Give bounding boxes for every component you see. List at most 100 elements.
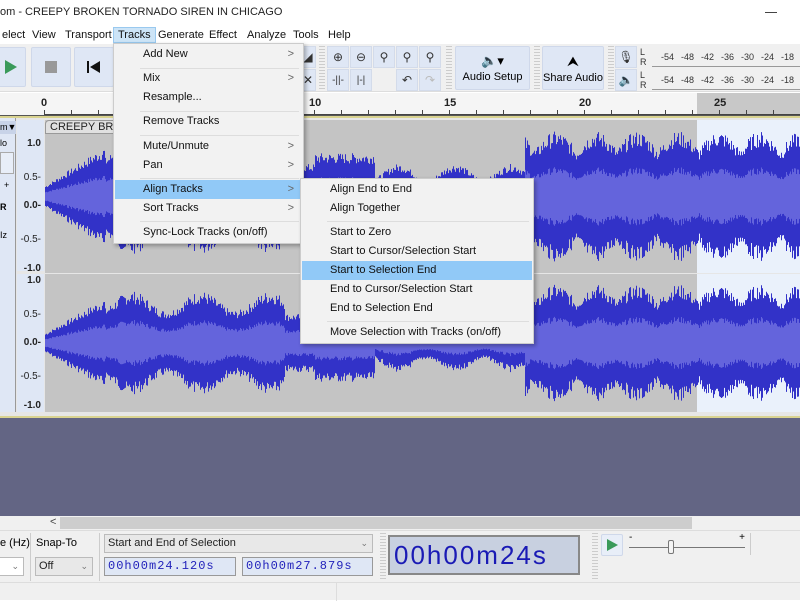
amplitude-label: 0.5- — [23, 172, 41, 183]
snap-to-select[interactable]: Off ⌄ — [35, 557, 93, 576]
scroll-left-arrow[interactable]: < — [50, 516, 56, 528]
menu-help[interactable]: Help — [324, 27, 355, 43]
sample-rate-label: Iz — [0, 230, 8, 240]
menu-item-resample[interactable]: Resample... — [115, 88, 302, 107]
trim-audio-button[interactable]: -||- — [327, 69, 349, 91]
pan-slider[interactable]: R — [0, 202, 7, 212]
chevron-right-icon: > — [287, 183, 294, 195]
divider — [30, 533, 31, 581]
menu-item-sort-tracks[interactable]: Sort Tracks > — [115, 199, 302, 218]
stop-button[interactable] — [31, 47, 71, 87]
skip-to-start-button[interactable] — [74, 47, 114, 87]
meter-tick: -42 — [701, 52, 715, 62]
zoom-in-button[interactable]: ⊕ — [327, 46, 349, 68]
menu-item-sync-lock[interactable]: Sync-Lock Tracks (on/off) — [115, 223, 302, 242]
menu-view[interactable]: View — [28, 27, 60, 43]
menu-tracks[interactable]: Tracks — [113, 27, 156, 43]
menu-item-end-to-cursor[interactable]: End to Cursor/Selection Start — [302, 280, 532, 299]
zoom-out-button[interactable]: ⊖ — [350, 46, 372, 68]
menu-item-move-selection-with-tracks[interactable]: Move Selection with Tracks (on/off) — [302, 323, 532, 342]
channel-right-label: R — [640, 57, 647, 67]
channel-right-label: R — [640, 80, 647, 90]
menu-tools[interactable]: Tools — [289, 27, 323, 43]
menu-item-start-to-zero[interactable]: Start to Zero — [302, 223, 532, 242]
meter-tick: -54 — [661, 52, 675, 62]
playback-meter-button[interactable]: 🔈 — [615, 69, 637, 91]
redo-button[interactable]: ↷ — [419, 69, 441, 91]
amplitude-label: 1.0 — [27, 275, 41, 286]
toolbar-grip[interactable] — [319, 46, 325, 90]
share-audio-button[interactable]: ⮝ Share Audio — [542, 46, 604, 90]
undo-button[interactable]: ↶ — [396, 69, 418, 91]
meter-tick: -42 — [701, 75, 715, 85]
menu-item-mix[interactable]: Mix > — [115, 69, 302, 88]
fit-project-button[interactable]: ⚲ — [396, 46, 418, 68]
menu-select[interactable]: elect — [0, 27, 29, 43]
audio-setup-button[interactable]: 🔈▾ Audio Setup — [455, 46, 530, 90]
selection-mode-select[interactable]: Start and End of Selection ⌄ — [104, 534, 373, 553]
menu-item-mute-unmute[interactable]: Mute/Unmute > — [115, 137, 302, 156]
play-icon — [5, 60, 17, 74]
audio-position-time[interactable]: 00h00m24s — [388, 535, 580, 575]
chevron-down-icon: ⌄ — [360, 538, 368, 548]
divider — [750, 533, 751, 555]
ruler-label: 0 — [41, 97, 48, 109]
playback-meter[interactable]: LR -54 -48 -42 -36 -30 -24 -18 — [640, 70, 800, 90]
menu-effect[interactable]: Effect — [205, 27, 241, 43]
chevron-down-icon: ⌄ — [80, 561, 88, 571]
amplitude-label: -0.5- — [20, 371, 41, 382]
menu-item-align-together[interactable]: Align Together — [302, 199, 532, 218]
selection-end-time[interactable]: 00h00m27.879s — [242, 557, 373, 576]
meter-tick: -18 — [781, 52, 795, 62]
fit-project-icon: ⚲ — [402, 50, 412, 64]
menu-item-end-to-selection-end[interactable]: End to Selection End — [302, 299, 532, 318]
play-at-speed-button[interactable] — [601, 534, 623, 556]
slider-thumb[interactable] — [667, 540, 674, 554]
scrollbar-thumb[interactable] — [60, 517, 692, 529]
menu-analyze[interactable]: Analyze — [243, 27, 290, 43]
track-control-panel[interactable]: m▼ lo + R Iz — [0, 118, 16, 412]
toolbar-grip[interactable] — [592, 533, 598, 581]
ruler-label: 25 — [714, 97, 727, 109]
record-meter[interactable]: LR -54 -48 -42 -36 -30 -24 -18 — [640, 47, 800, 67]
slider-min-label: - — [629, 532, 633, 543]
toolbar-grip[interactable] — [608, 46, 614, 90]
zoom-out-icon: ⊖ — [355, 50, 367, 64]
project-rate-select[interactable]: ⌄ — [0, 557, 24, 576]
toolbar-grip[interactable] — [534, 46, 540, 90]
toolbar-grip[interactable] — [446, 46, 452, 90]
selection-start-time[interactable]: 00h00m24.120s — [104, 557, 236, 576]
empty-track-area[interactable] — [0, 416, 800, 516]
menu-item-remove-tracks[interactable]: Remove Tracks — [115, 112, 302, 131]
record-meter-button[interactable]: 🎙 — [615, 46, 637, 68]
silence-audio-button[interactable]: |-| — [350, 69, 372, 91]
menu-transport[interactable]: Transport — [61, 27, 116, 43]
slider-max-label: + — [739, 532, 745, 543]
menu-item-start-to-selection-end[interactable]: Start to Selection End — [302, 261, 532, 280]
speaker-icon: 🔈 — [618, 73, 634, 87]
solo-button[interactable]: lo — [0, 138, 7, 148]
playback-speed-slider[interactable]: - + — [627, 532, 747, 556]
menu-item-align-end-to-end[interactable]: Align End to End — [302, 180, 532, 199]
menu-generate[interactable]: Generate — [154, 27, 208, 43]
menu-separator — [140, 221, 299, 222]
menu-item-align-tracks[interactable]: Align Tracks > — [115, 180, 302, 199]
meter-scale: -54 -48 -42 -36 -30 -24 -18 — [652, 47, 800, 67]
zoom-toggle-button[interactable]: ⚲ — [419, 46, 441, 68]
toolbar-grip[interactable] — [380, 533, 386, 581]
track-menu-button[interactable]: m▼ — [0, 121, 16, 134]
chevron-right-icon: > — [287, 48, 294, 60]
mute-button[interactable] — [0, 152, 14, 174]
minimize-button[interactable] — [765, 12, 777, 13]
audio-setup-label: Audio Setup — [462, 71, 523, 83]
menu-item-add-new[interactable]: Add New > — [115, 45, 302, 64]
selection-mode-value: Start and End of Selection — [108, 537, 236, 549]
fit-selection-button[interactable]: ⚲ — [373, 46, 395, 68]
horizontal-scrollbar[interactable]: < — [0, 516, 800, 530]
play-button[interactable] — [0, 47, 26, 87]
gain-slider[interactable]: + — [4, 180, 9, 190]
menu-item-start-to-cursor[interactable]: Start to Cursor/Selection Start — [302, 242, 532, 261]
stop-icon — [45, 61, 57, 73]
meter-tick: -48 — [681, 52, 695, 62]
menu-item-pan[interactable]: Pan > — [115, 156, 302, 175]
